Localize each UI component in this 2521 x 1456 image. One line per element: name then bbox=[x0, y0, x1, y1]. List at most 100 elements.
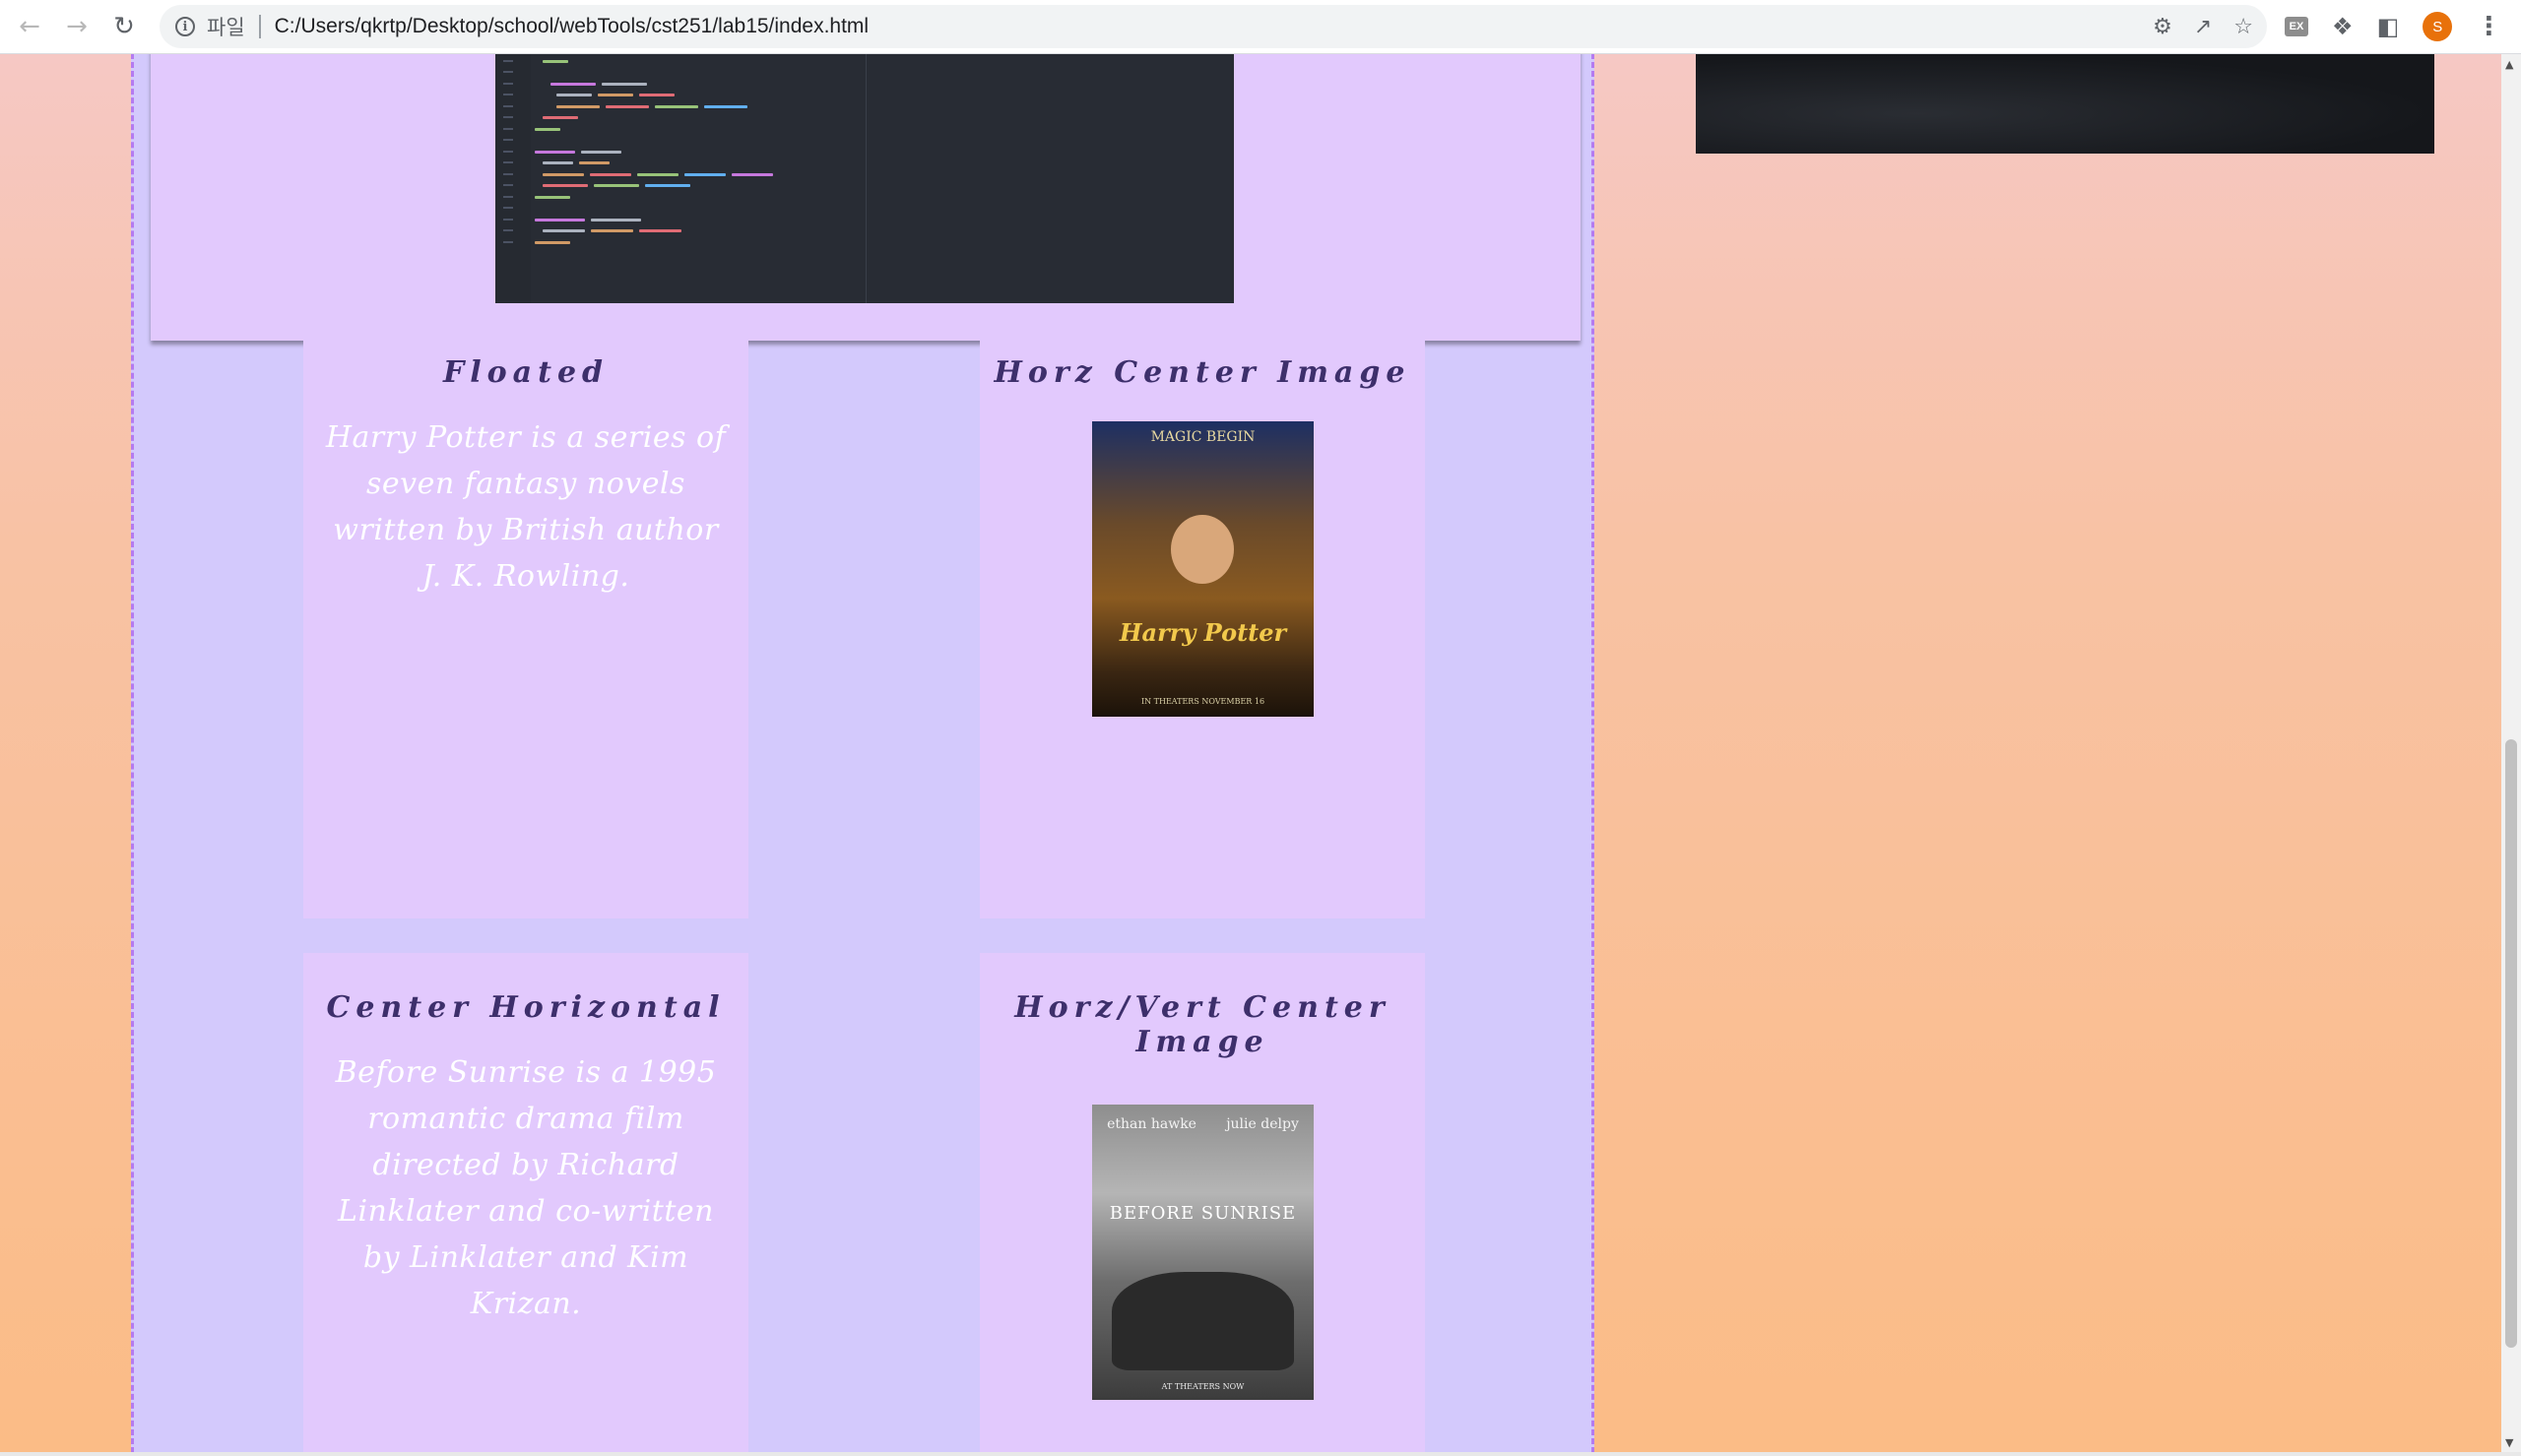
code-token bbox=[543, 229, 585, 232]
card-title: Horz/Vert Center Image bbox=[1014, 990, 1390, 1059]
card-floated: Floated Harry Potter is a series of seve… bbox=[303, 318, 748, 918]
poster-actors: ethan hawke julie delpy bbox=[1092, 1116, 1314, 1132]
back-button[interactable]: ← bbox=[12, 9, 47, 44]
code-token bbox=[602, 82, 647, 86]
code-token bbox=[543, 59, 568, 63]
code-line-number bbox=[503, 71, 513, 73]
code-token bbox=[594, 184, 639, 187]
code-line-number bbox=[503, 127, 513, 130]
code-token bbox=[543, 172, 584, 176]
code-token bbox=[543, 116, 578, 119]
puzzle-icon[interactable]: ❖ bbox=[2332, 13, 2354, 40]
code-token bbox=[543, 184, 588, 187]
scroll-down-icon[interactable]: ▼ bbox=[2505, 1436, 2513, 1449]
poster-face bbox=[1171, 515, 1234, 584]
code-screenshot-card bbox=[151, 54, 1581, 341]
sunset-image bbox=[1696, 54, 2434, 154]
code-token bbox=[581, 150, 621, 154]
code-line-number bbox=[503, 94, 513, 95]
code-token bbox=[550, 82, 596, 86]
poster-top-text: MAGIC BEGIN bbox=[1150, 429, 1256, 445]
code-line-number bbox=[503, 195, 513, 198]
code-token bbox=[579, 161, 610, 164]
code-token bbox=[535, 195, 570, 199]
poster-bottom-text: IN THEATERS NOVEMBER 16 bbox=[1140, 697, 1265, 706]
window-bottom-edge bbox=[0, 1452, 2521, 1456]
scheme-label: 파일 bbox=[207, 16, 245, 39]
poster-bottom-text: AT THEATERS NOW bbox=[1161, 1382, 1245, 1391]
card-center-horizontal: Center Horizontal Before Sunrise is a 19… bbox=[303, 953, 748, 1452]
arrow-left-icon: ← bbox=[19, 12, 40, 41]
code-line-number bbox=[503, 150, 513, 153]
code-line-number bbox=[503, 59, 513, 62]
card-horz-center-image: Horz Center Image MAGIC BEGIN Harry Pott… bbox=[980, 318, 1425, 918]
poster-actor: ethan hawke bbox=[1107, 1116, 1196, 1132]
card-horz-vert-center-image: Horz/Vert Center Image ethan hawke julie… bbox=[980, 953, 1425, 1452]
code-token bbox=[645, 184, 690, 187]
poster-logo: Harry Potter bbox=[1119, 618, 1287, 647]
code-token bbox=[591, 229, 633, 232]
code-line-number bbox=[503, 161, 513, 163]
star-icon[interactable]: ☆ bbox=[2233, 15, 2253, 39]
code-token bbox=[639, 94, 675, 96]
code-token bbox=[543, 161, 573, 164]
code-line-number bbox=[503, 218, 513, 221]
harry-potter-poster: MAGIC BEGIN Harry Potter IN THEATERS NOV… bbox=[1092, 421, 1314, 717]
code-line-number bbox=[503, 139, 513, 141]
code-line-number bbox=[503, 116, 513, 118]
reload-icon: ↻ bbox=[113, 12, 135, 41]
code-token bbox=[590, 172, 631, 176]
code-line-number bbox=[503, 82, 513, 85]
code-divider bbox=[866, 54, 867, 303]
code-token bbox=[637, 172, 679, 176]
code-line-number bbox=[503, 172, 513, 175]
omnibox-actions: ⚙ ↗ ☆ bbox=[2153, 5, 2253, 48]
code-token bbox=[535, 218, 585, 222]
code-gutter bbox=[495, 54, 531, 303]
code-token bbox=[535, 127, 560, 131]
page-scrollbar[interactable]: ▲ ▼ bbox=[2501, 54, 2521, 1452]
divider bbox=[258, 15, 261, 38]
code-line-number bbox=[503, 184, 513, 186]
scrollbar-thumb[interactable] bbox=[2505, 739, 2517, 1348]
reload-button[interactable]: ↻ bbox=[106, 9, 142, 44]
code-token bbox=[591, 218, 641, 222]
code-token bbox=[535, 150, 575, 154]
code-token bbox=[606, 104, 649, 108]
code-line-number bbox=[503, 229, 513, 231]
code-line-number bbox=[503, 207, 513, 209]
code-token bbox=[639, 229, 681, 232]
url-text[interactable]: C:/Users/qkrtp/Desktop/school/webTools/c… bbox=[275, 15, 869, 38]
code-token bbox=[556, 104, 600, 108]
page-viewport: Floated Harry Potter is a series of seve… bbox=[0, 54, 2501, 1452]
card-text: Harry Potter is a series of seven fantas… bbox=[325, 420, 727, 594]
code-token bbox=[732, 172, 773, 176]
code-token bbox=[655, 104, 698, 108]
info-icon[interactable]: i bbox=[175, 17, 195, 36]
before-sunrise-poster: ethan hawke julie delpy BEFORE SUNRISE A… bbox=[1092, 1105, 1314, 1400]
code-token bbox=[535, 240, 570, 244]
toolbar-icons: EX ❖ ◧ S ⋮ bbox=[2285, 0, 2501, 53]
forward-button[interactable]: → bbox=[59, 9, 95, 44]
translate-icon[interactable]: ⚙ bbox=[2153, 15, 2172, 39]
code-line-number bbox=[503, 104, 513, 107]
menu-icon[interactable]: ⋮ bbox=[2476, 12, 2501, 41]
card-text: Before Sunrise is a 1995 romantic drama … bbox=[335, 1055, 717, 1321]
extension-icon[interactable]: EX bbox=[2285, 17, 2308, 36]
address-bar[interactable]: i 파일 C:/Users/qkrtp/Desktop/school/webTo… bbox=[160, 5, 2267, 48]
scroll-up-icon[interactable]: ▲ bbox=[2505, 58, 2513, 71]
code-token bbox=[684, 172, 726, 176]
poster-logo: BEFORE SUNRISE bbox=[1109, 1203, 1297, 1224]
card-title: Center Horizontal bbox=[326, 990, 726, 1025]
poster-actor: julie delpy bbox=[1226, 1116, 1299, 1132]
code-token bbox=[704, 104, 747, 108]
avatar[interactable]: S bbox=[2423, 12, 2453, 41]
code-token bbox=[556, 94, 592, 96]
arrow-right-icon: → bbox=[66, 12, 88, 41]
code-token bbox=[598, 94, 633, 96]
poster-couple bbox=[1112, 1272, 1294, 1370]
share-icon[interactable]: ↗ bbox=[2194, 15, 2212, 39]
side-panel-icon[interactable]: ◧ bbox=[2377, 13, 2400, 40]
code-screenshot bbox=[495, 54, 1234, 303]
browser-toolbar: ← → ↻ i 파일 C:/Users/qkrtp/Desktop/school… bbox=[0, 0, 2521, 54]
